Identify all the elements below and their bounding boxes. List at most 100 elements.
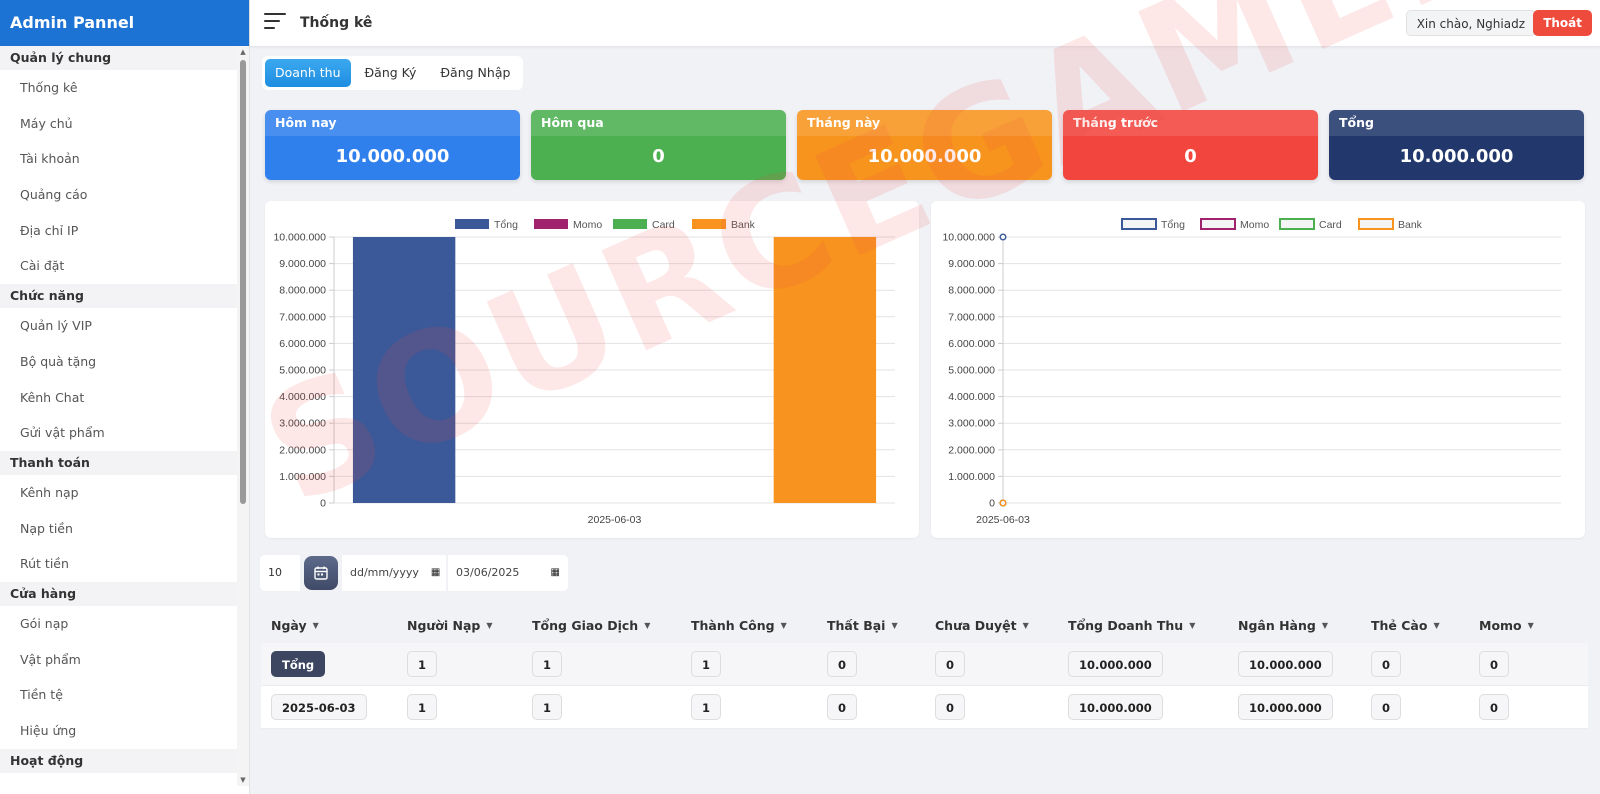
legend-swatch xyxy=(455,219,489,229)
scrollbar-thumb[interactable] xyxy=(240,60,246,504)
y-tick-label: 3.000.000 xyxy=(279,418,326,430)
bar-bank xyxy=(773,237,877,503)
column-header[interactable]: Người Nạp ▼ xyxy=(407,607,493,643)
sort-caret-icon[interactable]: ▼ xyxy=(1433,621,1439,630)
sort-caret-icon[interactable]: ▼ xyxy=(486,621,492,630)
sidebar-item[interactable]: Quảng cáo xyxy=(0,177,238,213)
sidebar-scrollbar[interactable]: ▲ ▼ xyxy=(237,46,249,786)
stat-card-value: 0 xyxy=(652,146,665,167)
column-header-label: Ngày xyxy=(271,617,307,633)
column-header[interactable]: Chưa Duyệt ▼ xyxy=(935,607,1029,643)
sidebar-item[interactable]: Gửi vật phẩm xyxy=(0,415,238,451)
sort-caret-icon[interactable]: ▼ xyxy=(781,621,787,630)
sidebar-item[interactable]: Thống kê xyxy=(0,70,238,106)
line-chart: Tổng Momo Card Bank 0 1.000.000 2.000.000 3.000… xyxy=(942,218,1561,526)
column-header[interactable]: Tổng Giao Dịch ▼ xyxy=(532,607,650,643)
sort-caret-icon[interactable]: ▼ xyxy=(891,621,897,630)
sidebar-item[interactable]: Gói nạp xyxy=(0,606,238,642)
page-size-select[interactable]: 10 xyxy=(260,555,300,591)
bar-tổng xyxy=(352,237,456,503)
sidebar-group-header: Thanh toán xyxy=(0,450,238,475)
scroll-up-arrow-icon[interactable]: ▲ xyxy=(237,46,249,58)
date-picker-icon[interactable]: ▦ xyxy=(431,555,440,591)
stat-card: Hôm nay 10.000.000 xyxy=(265,110,520,180)
stat-card: Tháng trước 0 xyxy=(1063,110,1318,180)
sidebar-item[interactable]: Máy chủ xyxy=(0,106,238,142)
sidebar-item[interactable]: Tài khoản xyxy=(0,141,238,177)
column-header[interactable]: Thất Bại ▼ xyxy=(827,607,898,643)
cell-value-badge: 1 xyxy=(532,651,563,677)
table-cell: 10.000.000 xyxy=(1238,643,1333,685)
table-cell: 2025-06-03 xyxy=(271,686,367,728)
legend-label: Card xyxy=(1319,219,1342,231)
y-tick-label: 0 xyxy=(989,498,995,510)
sidebar-menu: Quản lý chung Thống kê Máy chủ Tài khoản Quả… xyxy=(0,46,238,786)
sort-caret-icon[interactable]: ▼ xyxy=(1528,621,1534,630)
sidebar-item[interactable]: Tiền tệ xyxy=(0,677,238,713)
cell-value-badge: 10.000.000 xyxy=(1068,651,1163,677)
scroll-down-arrow-icon[interactable]: ▼ xyxy=(237,774,249,786)
sidebar-item[interactable]: Kênh nạp xyxy=(0,475,238,511)
legend-label: Momo xyxy=(573,219,602,231)
sidebar: Admin Pannel Quản lý chung Thống kê Máy ch… xyxy=(0,0,250,794)
sidebar-item[interactable]: Cài đặt xyxy=(0,248,238,284)
legend-label: Momo xyxy=(1240,219,1269,231)
column-header[interactable]: Thẻ Cào ▼ xyxy=(1371,607,1440,643)
date-to-input[interactable]: 03/06/2025 ▦ xyxy=(448,555,568,591)
cell-value-badge: 1 xyxy=(691,694,722,720)
table-cell: 10.000.000 xyxy=(1068,643,1163,685)
column-header[interactable]: Ngân Hàng ▼ xyxy=(1238,607,1328,643)
column-header-label: Ngân Hàng xyxy=(1238,617,1316,633)
bar-chart-panel: Tổng Momo Card Bank 0 1.000.000 2.000.000 3.000… xyxy=(265,201,919,538)
date-from-placeholder: dd/mm/yyyy xyxy=(350,566,419,579)
column-header-label: Thành Công xyxy=(691,617,775,633)
sort-caret-icon[interactable]: ▼ xyxy=(1189,621,1195,630)
date-to-value: 03/06/2025 xyxy=(456,566,520,579)
stat-card-label: Hôm qua xyxy=(531,110,786,136)
sort-caret-icon[interactable]: ▼ xyxy=(644,621,650,630)
y-tick-label: 1.000.000 xyxy=(279,471,326,483)
table-cell: Tổng xyxy=(271,643,326,685)
sidebar-item[interactable]: Hiệu ứng xyxy=(0,713,238,749)
sidebar-item[interactable]: Kênh Chat xyxy=(0,380,238,416)
table-cell: 1 xyxy=(691,686,722,728)
menu-toggle-icon[interactable] xyxy=(264,13,286,33)
tab-bar: Doanh thu Đăng Ký Đăng Nhập xyxy=(262,56,524,90)
column-header[interactable]: Thành Công ▼ xyxy=(691,607,787,643)
sidebar-item[interactable]: Nạp tiền xyxy=(0,511,238,547)
cell-value-badge: 0 xyxy=(1479,651,1510,677)
logout-button[interactable]: Thoát xyxy=(1533,10,1592,36)
column-header[interactable]: Tổng Doanh Thu ▼ xyxy=(1068,607,1195,643)
column-header[interactable]: Ngày ▼ xyxy=(271,607,319,643)
sidebar-group-header: Hoạt động xyxy=(0,748,238,773)
table-cell: 0 xyxy=(827,643,858,685)
y-tick-label: 10.000.000 xyxy=(273,232,326,244)
tab[interactable]: Doanh thu xyxy=(265,59,351,87)
sidebar-item[interactable]: Quản lý VIP xyxy=(0,308,238,344)
sidebar-item[interactable]: Rút tiền xyxy=(0,546,238,582)
table-cell: 0 xyxy=(935,686,966,728)
y-tick-label: 6.000.000 xyxy=(279,338,326,350)
date-from-input[interactable]: dd/mm/yyyy ▦ xyxy=(342,555,446,591)
filter-row: 10 dd/mm/yyyy ▦ 03/06/2025 ▦ xyxy=(260,555,568,595)
table-cell: 0 xyxy=(1371,643,1402,685)
sidebar-item[interactable]: Địa chỉ IP xyxy=(0,213,238,249)
legend-swatch xyxy=(534,219,568,229)
calendar-icon xyxy=(314,566,328,580)
sidebar-item[interactable]: Bộ quà tặng xyxy=(0,344,238,380)
tab[interactable]: Đăng Nhập xyxy=(430,59,520,87)
date-picker-icon[interactable]: ▦ xyxy=(551,555,560,591)
column-header-label: Thẻ Cào xyxy=(1371,617,1428,633)
legend-label: Card xyxy=(652,219,675,231)
y-tick-label: 10.000.000 xyxy=(942,232,995,244)
column-header[interactable]: Momo ▼ xyxy=(1479,607,1534,643)
tab[interactable]: Đăng Ký xyxy=(355,59,427,87)
sidebar-item[interactable]: Vật phẩm xyxy=(0,642,238,678)
user-greeting-button[interactable]: Xin chào, Nghiadz xyxy=(1405,10,1536,36)
column-header-label: Người Nạp xyxy=(407,617,481,633)
sort-caret-icon[interactable]: ▼ xyxy=(1322,621,1328,630)
sort-caret-icon[interactable]: ▼ xyxy=(1023,621,1029,630)
revenue-table: Ngày ▼ Người Nạp ▼ Tổng Giao Dịch ▼ Thành Công… xyxy=(261,607,1588,729)
calendar-button[interactable] xyxy=(304,556,338,590)
sort-caret-icon[interactable]: ▼ xyxy=(313,621,319,630)
